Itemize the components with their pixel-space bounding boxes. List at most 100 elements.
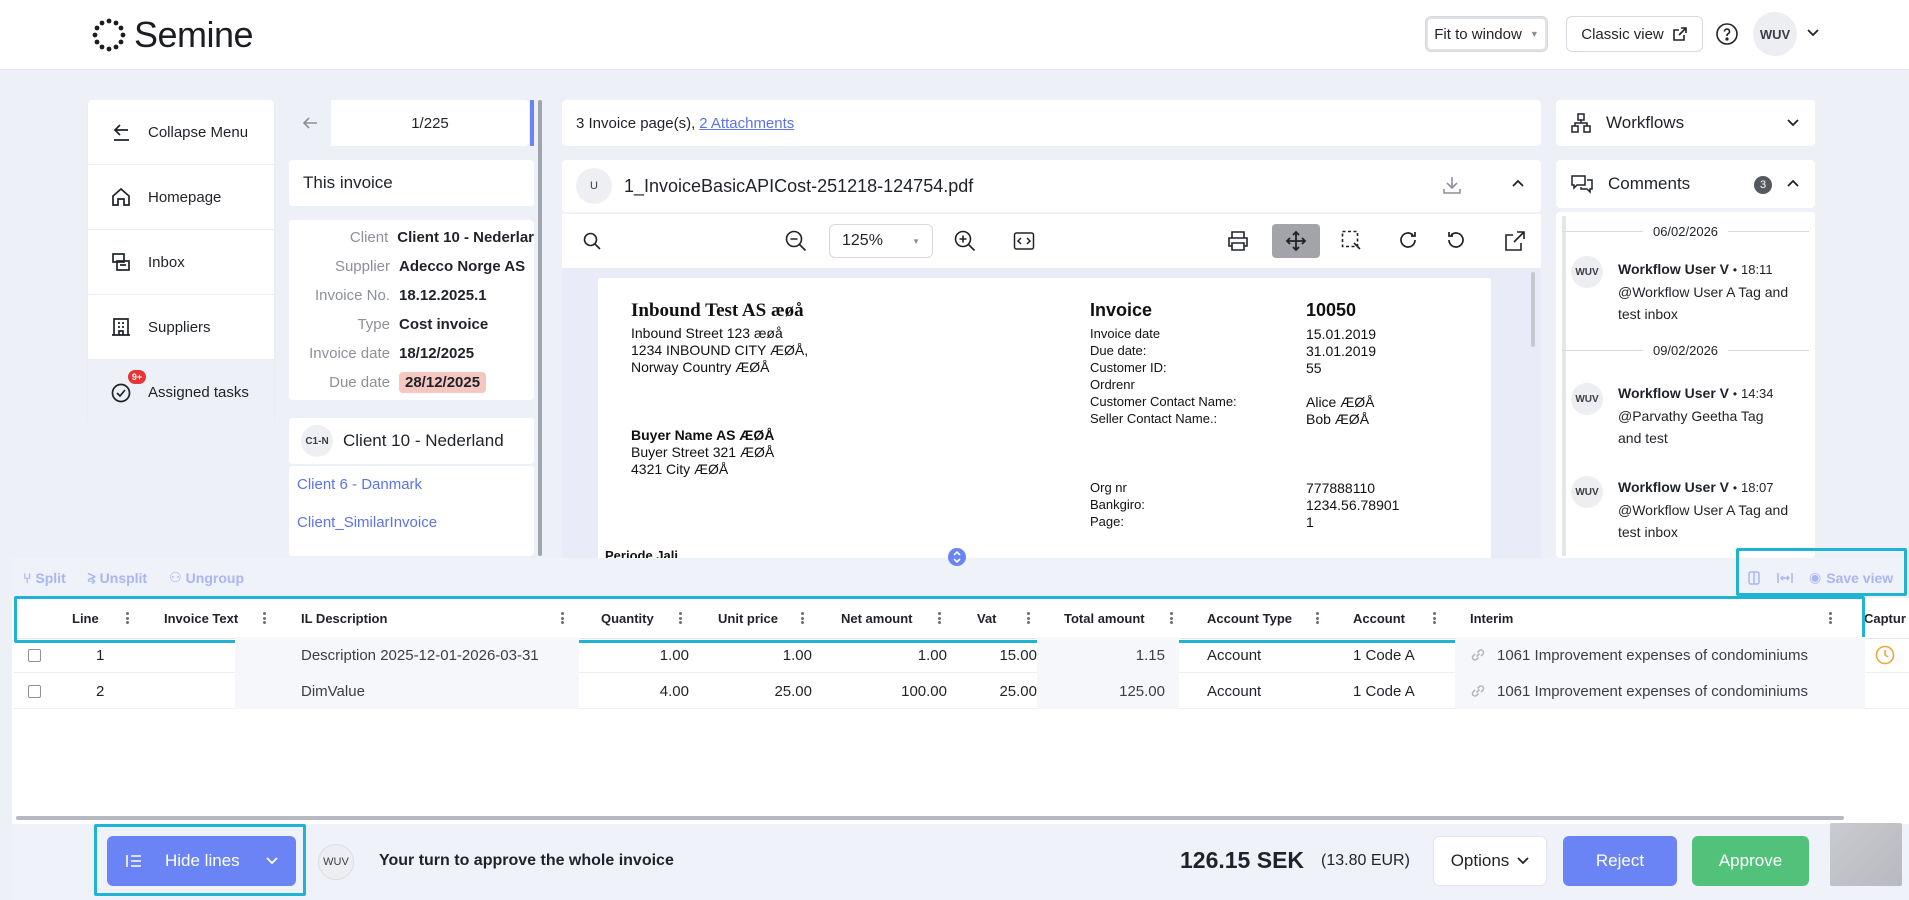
chat-widget-placeholder[interactable]	[1830, 823, 1902, 886]
expand-vertical-icon	[952, 551, 962, 563]
cell-account-type[interactable]: Account	[1207, 637, 1261, 673]
sidebar-item-label: Suppliers	[148, 318, 211, 336]
comment-author: Workflow User V	[1618, 385, 1729, 401]
client-name: Client 10 - Nederland	[343, 431, 504, 450]
pager-accent-bar	[530, 100, 534, 146]
pdf-value: 1234.56.78901	[1306, 497, 1400, 513]
print-icon[interactable]	[1226, 229, 1250, 253]
chevron-up-icon[interactable]	[1786, 178, 1800, 188]
classic-view-button[interactable]: Classic view	[1566, 16, 1703, 52]
cell-account[interactable]: 1 Code A	[1353, 673, 1415, 709]
cell-total-amount: 1.15	[1037, 637, 1179, 673]
client-link[interactable]: Client_SimilarInvoice	[297, 514, 534, 531]
sidebar-item-inbox[interactable]: Inbox	[88, 230, 274, 295]
meta-row-type: Type Cost invoice	[289, 310, 534, 339]
meta-row-invoice-no: Invoice No. 18.12.2025.1	[289, 281, 534, 310]
reject-button[interactable]: Reject	[1563, 836, 1677, 886]
pan-tool-button[interactable]	[1272, 224, 1320, 258]
external-link-icon	[1672, 26, 1688, 42]
meta-key: Invoice date	[309, 345, 390, 362]
sidebar-item-assigned-tasks[interactable]: Assigned tasks 9+	[88, 360, 274, 425]
open-new-window-icon[interactable]	[1503, 229, 1527, 253]
ungroup-button[interactable]: ⚇ Ungroup	[169, 569, 244, 586]
chevron-up-icon[interactable]	[1511, 178, 1525, 188]
meta-value: 18/12/2025	[399, 345, 475, 362]
pdf-scrollbar[interactable]	[1531, 272, 1535, 347]
fit-label: Fit to window	[1434, 25, 1522, 43]
cell-account-type[interactable]: Account	[1207, 673, 1261, 709]
attachments-link[interactable]: 2 Attachments	[699, 115, 794, 132]
invoice-meta: Client Client 10 - Nederlar Supplier Adecc…	[289, 220, 534, 400]
cell-description[interactable]: Description 2025-12-01-2026-03-31	[235, 637, 579, 673]
sidebar-item-label: Collapse Menu	[148, 123, 249, 141]
cell-description[interactable]: DimValue	[235, 673, 579, 709]
comments-header[interactable]: Comments	[1556, 160, 1815, 208]
comment-time: 18:07	[1740, 480, 1774, 495]
options-button[interactable]: Options	[1433, 836, 1547, 886]
zoom-select[interactable]: 125% ▼	[829, 224, 933, 258]
highlight-table-header	[14, 596, 1865, 643]
column-header-capture[interactable]: Captur	[1864, 599, 1906, 637]
cell-vat[interactable]: 15.00	[947, 637, 1037, 673]
split-button[interactable]: ⑂ Split	[23, 569, 66, 586]
resize-handle[interactable]	[948, 548, 966, 566]
comment-avatar: WUV	[1571, 383, 1603, 415]
meta-value: 18.12.2025.1	[399, 287, 487, 304]
horizontal-scrollbar[interactable]	[16, 816, 1844, 820]
row-checkbox[interactable]	[28, 673, 41, 709]
unsplit-button[interactable]: ⥸ Unsplit	[88, 569, 147, 586]
panel-scrollbar[interactable]	[538, 100, 542, 556]
cell-line: 1	[96, 646, 105, 664]
semine-logo-icon	[92, 18, 126, 52]
ungroup-icon: ⚇	[169, 569, 182, 585]
fit-to-window-select[interactable]: Fit to window ▼	[1425, 16, 1548, 52]
cell-quantity[interactable]: 4.00	[579, 673, 689, 709]
comments-scrollbar[interactable]	[1562, 216, 1566, 556]
rotate-counterclockwise-icon[interactable]	[1445, 229, 1467, 251]
approve-button[interactable]: Approve	[1692, 836, 1809, 886]
cell-unit-price[interactable]: 1.00	[689, 637, 812, 673]
download-icon[interactable]	[1441, 174, 1463, 196]
chevron-down-icon[interactable]	[1806, 28, 1820, 38]
client-link[interactable]: Client 6 - Danmark	[297, 476, 534, 493]
inbox-icon	[110, 251, 132, 273]
row-checkbox[interactable]	[28, 637, 41, 673]
pdf-toolbar	[562, 214, 1541, 268]
notification-badge: 9+	[128, 370, 146, 384]
cell-interim[interactable]: 1061 Improvement expenses of condominium…	[1455, 673, 1865, 709]
table-row[interactable]: 2 DimValue 4.00 25.00 100.00 25.00 125.0…	[14, 673, 1909, 709]
client-selector[interactable]: C1-N Client 10 - Nederland	[289, 418, 534, 464]
zoom-out-icon[interactable]	[784, 229, 808, 253]
search-icon[interactable]	[582, 231, 602, 251]
fit-width-icon[interactable]	[1013, 231, 1035, 251]
invoice-position: 1/225	[411, 114, 449, 132]
cell-interim[interactable]: 1061 Improvement expenses of condominium…	[1455, 637, 1865, 673]
link-icon	[1469, 646, 1487, 664]
comment-avatar: WUV	[1571, 256, 1603, 288]
cell-net-amount[interactable]: 1.00	[812, 637, 947, 673]
previous-invoice-button[interactable]	[289, 100, 331, 146]
zoom-in-icon[interactable]	[953, 229, 977, 253]
cell-net-amount[interactable]: 100.00	[812, 673, 947, 709]
cell-account[interactable]: 1 Code A	[1353, 637, 1415, 673]
logo[interactable]: Semine	[92, 14, 254, 56]
file-owner-avatar: U	[576, 168, 612, 204]
workflow-icon	[1570, 112, 1592, 134]
sidebar-item-collapse-menu[interactable]: Collapse Menu	[88, 100, 274, 165]
user-avatar[interactable]: WUV	[1753, 12, 1797, 56]
cell-vat[interactable]: 25.00	[947, 673, 1037, 709]
pdf-value: Alice ÆØÅ	[1306, 394, 1375, 410]
cell-quantity[interactable]: 1.00	[579, 637, 689, 673]
rotate-clockwise-icon[interactable]	[1397, 229, 1419, 251]
meta-key: Supplier	[334, 258, 390, 275]
capture-clock-icon[interactable]	[1874, 637, 1896, 673]
workflows-header[interactable]: Workflows	[1556, 100, 1815, 146]
chevron-down-icon[interactable]	[1786, 118, 1800, 128]
help-icon[interactable]	[1715, 22, 1739, 46]
caret-down-icon: ▼	[912, 236, 920, 246]
sidebar-item-suppliers[interactable]: Suppliers	[88, 295, 274, 360]
table-row[interactable]: 1 Description 2025-12-01-2026-03-31 1.00…	[14, 637, 1909, 673]
select-area-icon[interactable]	[1340, 229, 1362, 251]
sidebar-item-homepage[interactable]: Homepage	[88, 165, 274, 230]
cell-unit-price[interactable]: 25.00	[689, 673, 812, 709]
